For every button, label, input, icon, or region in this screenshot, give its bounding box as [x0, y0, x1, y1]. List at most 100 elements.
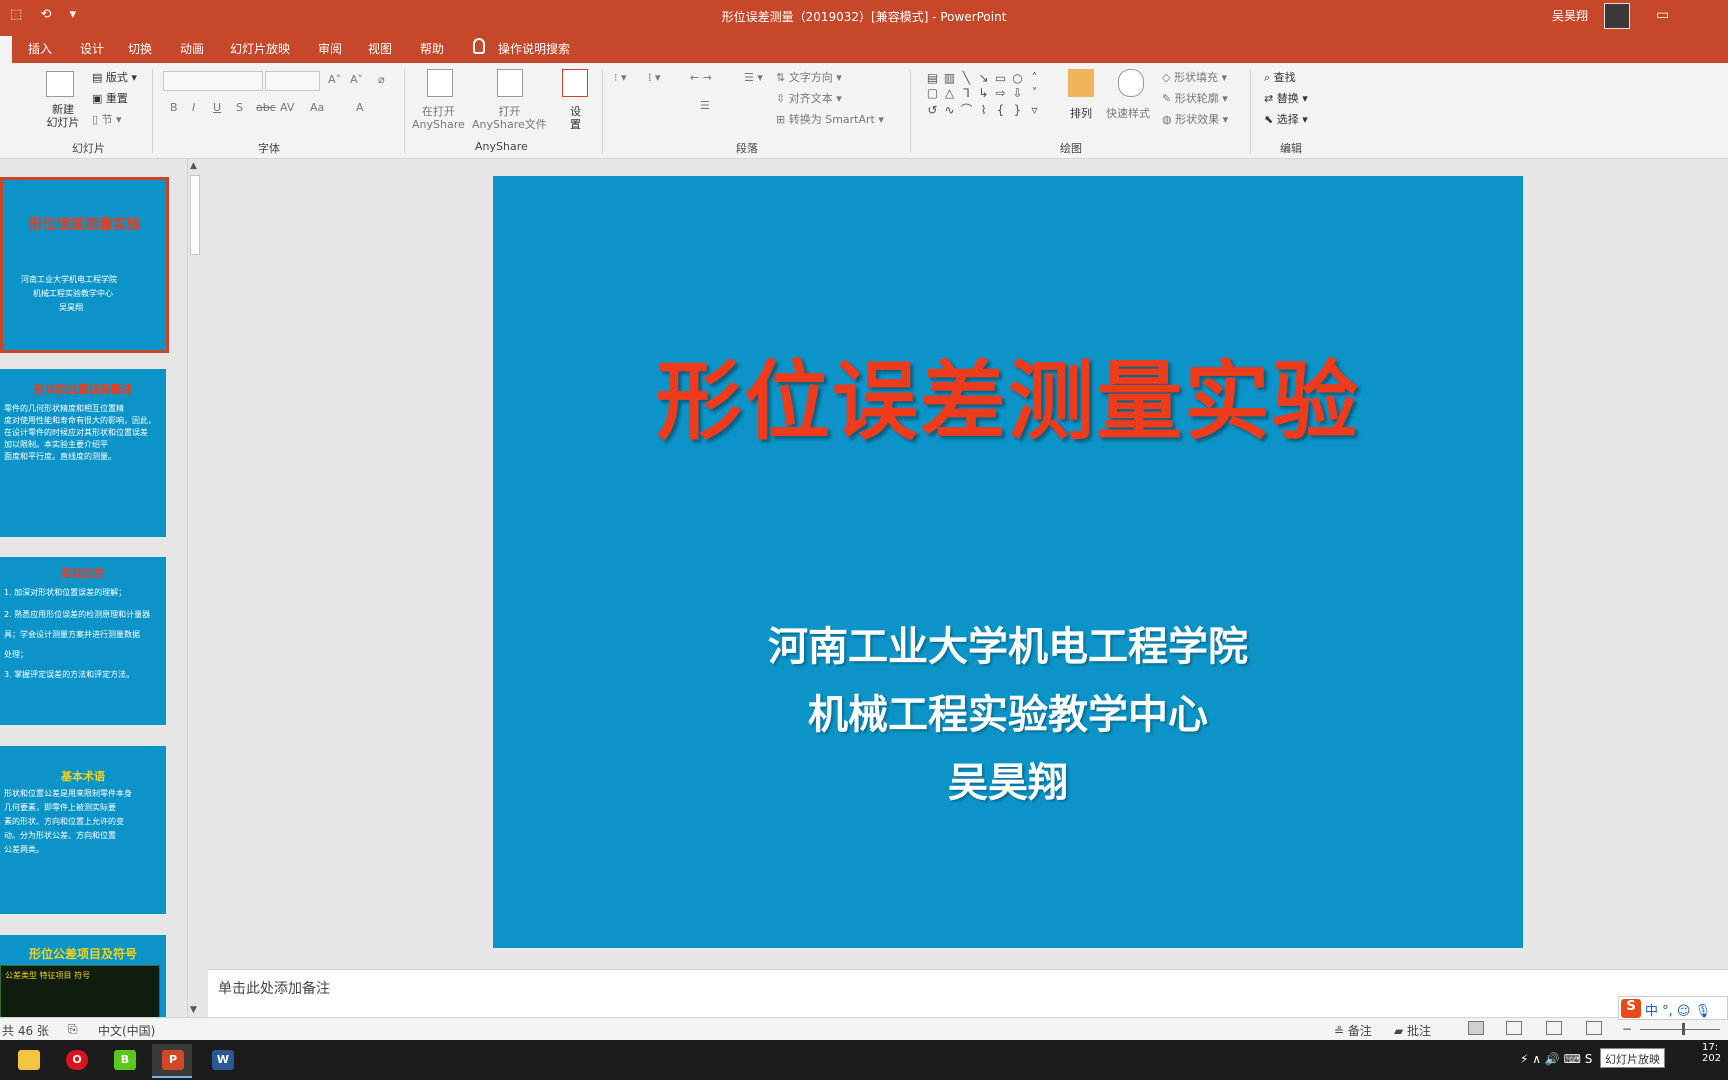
normal-view-icon[interactable] [1468, 1021, 1484, 1035]
scroll-down-icon[interactable]: ▼ [190, 1005, 197, 1015]
comments-toggle[interactable]: ▰ 批注 [1394, 1022, 1431, 1039]
freeform-shape-icon[interactable]: ⌇ [975, 103, 992, 118]
replace-button[interactable]: ⇄ 替换 ▾ [1264, 90, 1308, 106]
char-spacing-button[interactable]: AV [280, 101, 294, 114]
zoom-out-icon[interactable]: − [1622, 1022, 1632, 1036]
slideshow-view-icon[interactable] [1586, 1021, 1602, 1035]
text-direction-button[interactable]: ⇅ 文字方向 ▾ [776, 69, 842, 85]
find-button[interactable]: ⌕ 查找 [1264, 69, 1296, 85]
quick-styles-button[interactable]: 快速样式 [1106, 105, 1150, 121]
new-slide-icon[interactable] [46, 71, 74, 97]
right-arrow-shape-icon[interactable]: ⇨ [992, 86, 1009, 101]
clear-format-icon[interactable]: ⌀ [378, 73, 385, 86]
slide-title[interactable]: 形位误差测量实验 [493, 331, 1523, 456]
user-name[interactable]: 吴昊翔 [1552, 7, 1588, 24]
anyshare-file-icon[interactable] [497, 69, 523, 97]
system-tray[interactable]: ⚡ ∧ 🔊 ⌨ S [1520, 1052, 1592, 1066]
rounded-rect-shape-icon[interactable]: ▢ [924, 86, 941, 101]
open-anyshare-file-button[interactable]: 打开 AnyShare文件 [472, 105, 547, 131]
oval-shape-icon[interactable]: ○ [1009, 71, 1026, 86]
convert-smartart-button[interactable]: ⊞ 转换为 SmartArt ▾ [776, 111, 884, 127]
brace-right-shape-icon[interactable]: } [1009, 103, 1026, 118]
notes-placeholder[interactable]: 单击此处添加备注 [218, 978, 330, 998]
notes-pane[interactable]: 单击此处添加备注 [208, 969, 1728, 1017]
tell-me-search[interactable]: 操作说明搜索 [498, 40, 570, 57]
section-button[interactable]: ▯ 节 ▾ [92, 111, 122, 127]
indent-icons[interactable]: ← → [690, 71, 712, 84]
numbering-icon[interactable]: ⁞ ▾ [648, 71, 661, 84]
align-icon[interactable]: ☰ [700, 99, 710, 112]
line-shape-icon[interactable]: ╲ [958, 71, 975, 86]
shape-fill-button[interactable]: ◇ 形状填充 ▾ [1162, 69, 1227, 85]
scroll-up-icon[interactable]: ▲ [190, 161, 197, 171]
textbox-vertical-shape-icon[interactable]: ▥ [941, 71, 958, 86]
tab-animations[interactable]: 动画 [180, 40, 204, 57]
bracket-shape-icon[interactable]: ⌒ [958, 101, 975, 117]
slide-thumbnail-3[interactable]: 实验目的 1. 加深对形状和位置误差的理解； 2. 熟悉应用形位误差的检测原理和… [0, 557, 166, 725]
arrow-shape-icon[interactable]: ↘ [975, 71, 992, 86]
tab-insert[interactable]: 插入 [28, 40, 52, 57]
gallery-up-icon[interactable]: ˄ [1026, 71, 1043, 86]
anyshare-settings-button[interactable]: 设 置 [570, 105, 581, 131]
word-icon[interactable]: W [202, 1044, 242, 1078]
tab-design[interactable]: 设计 [80, 40, 104, 57]
align-text-button[interactable]: ⇳ 对齐文本 ▾ [776, 90, 842, 106]
clock[interactable]: 17: 202 [1702, 1042, 1721, 1064]
change-case-button[interactable]: Aa [310, 101, 324, 114]
ribbon-display-options-icon[interactable]: ▭ [1656, 7, 1669, 23]
curve-shape-icon[interactable]: ↺ [924, 103, 941, 118]
strikethrough-button[interactable]: abc [256, 101, 276, 114]
scroll-handle[interactable] [190, 175, 200, 255]
slide-sorter-view-icon[interactable] [1506, 1021, 1522, 1035]
bent-arrow-shape-icon[interactable]: ↳ [975, 86, 992, 101]
zoom-slider-handle[interactable] [1682, 1023, 1685, 1035]
slide-thumbnail-5[interactable]: 形位公差项目及符号 公差类型 特征项目 符号 [0, 935, 166, 1017]
italic-button[interactable]: I [192, 101, 195, 114]
slide-subtitle-line-1[interactable]: 河南工业大学机电工程学院 [493, 614, 1523, 672]
ime-mode[interactable]: 中 °, ☺ 🎙 [1645, 1000, 1711, 1019]
brace-left-shape-icon[interactable]: { [992, 103, 1009, 118]
slide-thumbnail-1[interactable]: 形位误差测量实验 河南工业大学机电工程学院 机械工程实验教学中心 吴昊翔 [0, 177, 169, 353]
new-slide-button[interactable]: 新建 幻灯片 [46, 103, 80, 129]
line-spacing-icon[interactable]: ☰ ▾ [744, 71, 763, 84]
select-button[interactable]: ⬉ 选择 ▾ [1264, 111, 1308, 127]
zoom-slider[interactable] [1640, 1029, 1720, 1030]
gallery-down-icon[interactable]: ˅ [1026, 86, 1043, 101]
underline-button[interactable]: U [213, 101, 221, 114]
layout-button[interactable]: ▤ 版式 ▾ [92, 69, 137, 85]
reading-view-icon[interactable] [1546, 1021, 1562, 1035]
rectangle-shape-icon[interactable]: ▭ [992, 71, 1009, 86]
spell-check-icon[interactable]: ⎘ [68, 1022, 78, 1037]
font-family-select[interactable] [163, 71, 263, 91]
scribble-shape-icon[interactable]: ∿ [941, 103, 958, 118]
grow-font-icon[interactable]: A˄ [328, 73, 341, 86]
slide-subtitle-line-2[interactable]: 机械工程实验教学中心 [493, 682, 1523, 740]
slide-thumbnail-4[interactable]: 基本术语 形状和位置公差是用来限制零件本身 几何要素，即零件上被测实际要 素的形… [0, 746, 166, 914]
bold-button[interactable]: B [170, 101, 178, 114]
font-color-button[interactable]: A [356, 101, 364, 114]
tab-review[interactable]: 审阅 [318, 40, 342, 57]
anyshare-open-icon[interactable] [427, 69, 453, 97]
slide-thumbnail-2[interactable]: 形状和位置误差概述 零件的几何形状精度和相互位置精 度对使用性能和寿命有很大的影… [0, 369, 166, 537]
shapes-gallery[interactable]: ▤ ▥ ╲ ↘ ▭ ○ ˄ ▢ △ ⅂ ↳ ⇨ ⇩ ˅ ↺ ∿ ⌒ ⌇{} ▿ [924, 71, 1048, 125]
shape-outline-button[interactable]: ✎ 形状轮廓 ▾ [1162, 90, 1228, 106]
shape-effects-button[interactable]: ◍ 形状效果 ▾ [1162, 111, 1228, 127]
shadow-button[interactable]: S [236, 101, 243, 114]
reset-button[interactable]: ▣ 重置 [92, 90, 128, 106]
thumbnail-scrollbar[interactable]: ▲ ▼ [187, 159, 202, 1017]
tab-transitions[interactable]: 切换 [128, 40, 152, 57]
slide-canvas[interactable]: 形位误差测量实验 河南工业大学机电工程学院 机械工程实验教学中心 吴昊翔 [493, 176, 1523, 948]
sogou-icon[interactable]: S [1621, 999, 1641, 1018]
arrange-button[interactable]: 排列 [1070, 105, 1092, 121]
file-explorer-icon[interactable] [8, 1044, 48, 1078]
ime-toolbar[interactable]: S 中 °, ☺ 🎙 [1618, 996, 1728, 1020]
open-in-anyshare-button[interactable]: 在打开 AnyShare [412, 105, 465, 131]
anyshare-settings-icon[interactable] [562, 69, 588, 97]
shrink-font-icon[interactable]: A˅ [350, 73, 363, 86]
textbox-shape-icon[interactable]: ▤ [924, 71, 941, 86]
slide-subtitle-line-3[interactable]: 吴昊翔 [493, 750, 1523, 808]
language-indicator[interactable]: 中文(中国) [98, 1022, 155, 1039]
triangle-shape-icon[interactable]: △ [941, 86, 958, 101]
notes-toggle[interactable]: ≗ 备注 [1334, 1022, 1372, 1039]
gallery-more-icon[interactable]: ▿ [1026, 103, 1043, 118]
